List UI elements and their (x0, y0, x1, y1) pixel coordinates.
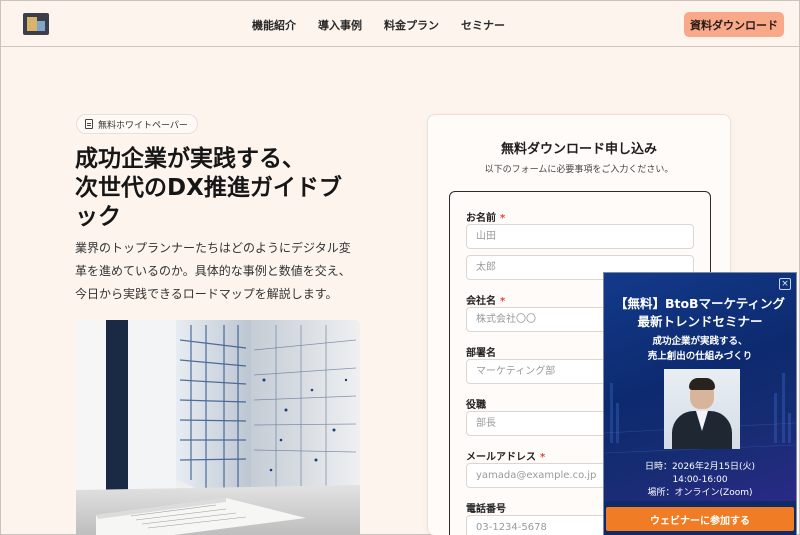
nav-pricing[interactable]: 料金プラン (384, 17, 439, 33)
join-webinar-button[interactable]: ウェビナーに参加する (606, 507, 794, 531)
form-title: 無料ダウンロード申し込み (500, 142, 657, 157)
popup-close-button[interactable]: × (779, 278, 791, 290)
nav-features[interactable]: 機能紹介 (252, 17, 296, 33)
download-cta-button[interactable]: 資料ダウンロード (684, 12, 784, 37)
badge-label: 無料ホワイトペーパー (98, 120, 188, 131)
phone-label: 電話番号 (466, 504, 506, 515)
speaker-photo (664, 369, 740, 449)
position-label: 役職 (466, 400, 486, 411)
form-subtitle: 以下のフォームに必要事項をご入力ください。 (484, 165, 674, 175)
company-label: 会社名 * (466, 296, 506, 307)
popup-event-info: 日時：2026年2月15日(火) 14:00-16:00 場所：オンライン(Zo… (644, 462, 756, 498)
last-name-input[interactable] (466, 224, 694, 249)
site-header: 機能紹介 導入事例 料金プラン セミナー 資料ダウンロード (1, 1, 799, 47)
main-nav: 機能紹介 導入事例 料金プラン セミナー (252, 17, 505, 33)
popup-banner: × 【無料】BtoBマーケティング 最新トレンドセミナー 成功企業が実践する、 … (604, 273, 796, 501)
popup-title: 【無料】BtoBマーケティング 最新トレンドセミナー (614, 296, 786, 329)
webinar-popup: × 【無料】BtoBマーケティング 最新トレンドセミナー 成功企業が実践する、 … (603, 272, 797, 535)
whitepaper-badge: 無料ホワイトペーパー (76, 114, 198, 134)
department-label: 部署名 (466, 348, 496, 359)
data-wall-illustration (76, 320, 360, 535)
nav-case-studies[interactable]: 導入事例 (318, 17, 362, 33)
hero-title: 成功企業が実践する、 次世代のDX推進ガイドブ ック (75, 146, 342, 230)
popup-subtitle: 成功企業が実践する、 売上創出の仕組みづくり (647, 336, 753, 362)
email-label: メールアドレス * (466, 452, 546, 463)
hero-image (76, 320, 360, 535)
nav-seminars[interactable]: セミナー (461, 17, 505, 33)
document-icon (85, 119, 93, 129)
logo[interactable] (23, 13, 49, 35)
hero-description: 業界のトップランナーたちはどのようにデジタル変 革を進めているのか。具体的な事例… (75, 241, 351, 301)
name-label: お名前 * (466, 213, 506, 224)
